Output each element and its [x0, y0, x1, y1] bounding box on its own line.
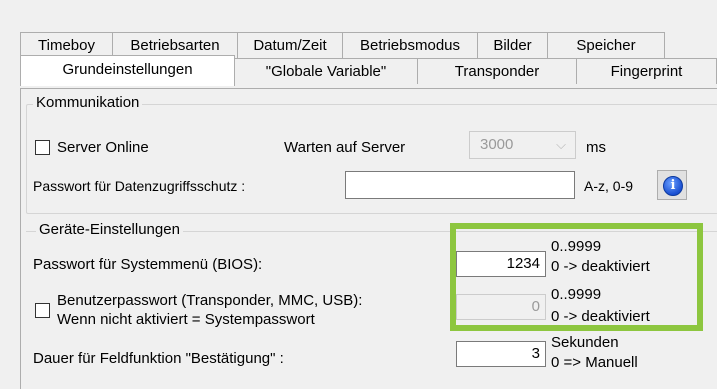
tab-betriebsmodus[interactable]: Betriebsmodus: [343, 32, 478, 58]
warten-unit: ms: [586, 139, 606, 156]
dauer-label: Dauer für Feldfunktion "Bestätigung" :: [33, 350, 284, 367]
tab-bilder[interactable]: Bilder: [478, 32, 548, 58]
server-online-checkbox[interactable]: [35, 140, 50, 155]
tab-grundeinstellungen[interactable]: Grundeinstellungen: [20, 55, 235, 86]
info-icon: i: [663, 176, 683, 196]
passwort-input[interactable]: [345, 171, 575, 199]
tab-transponder[interactable]: Transponder: [418, 58, 577, 84]
dauer-input[interactable]: 3: [456, 341, 546, 367]
tab-globale-variable[interactable]: "Globale Variable": [235, 58, 418, 84]
info-button[interactable]: i: [657, 170, 687, 200]
passwort-hint: A-z, 0-9: [584, 178, 634, 194]
kommunikation-legend: Kommunikation: [33, 94, 143, 112]
dauer-note: 0 => Manuell: [551, 354, 638, 371]
tab-row-2: Grundeinstellungen "Globale Variable" Tr…: [20, 55, 717, 86]
benutzer-label-2: Wenn nicht aktiviert = Systempasswort: [57, 311, 315, 328]
benutzer-label-1: Benutzerpasswort (Transponder, MMC, USB)…: [57, 292, 363, 309]
highlight-frame: [450, 223, 703, 331]
benutzerpasswort-checkbox[interactable]: [35, 303, 50, 318]
server-online-label: Server Online: [57, 139, 149, 156]
chevron-down-icon: ⌵: [556, 137, 566, 152]
warten-value: 3000: [480, 136, 514, 153]
bios-label: Passwort für Systemmenü (BIOS):: [33, 256, 263, 273]
geraete-legend: Geräte-Einstellungen: [36, 221, 183, 239]
warten-combo[interactable]: 3000 ⌵: [469, 131, 576, 159]
dauer-unit: Sekunden: [551, 334, 619, 351]
tab-speicher[interactable]: Speicher: [548, 32, 665, 58]
tab-datum-zeit[interactable]: Datum/Zeit: [238, 32, 343, 58]
tab-fingerprint[interactable]: Fingerprint: [577, 58, 717, 84]
warten-label: Warten auf Server: [284, 139, 406, 156]
passwort-label: Passwort für Datenzugriffsschutz :: [33, 178, 246, 194]
